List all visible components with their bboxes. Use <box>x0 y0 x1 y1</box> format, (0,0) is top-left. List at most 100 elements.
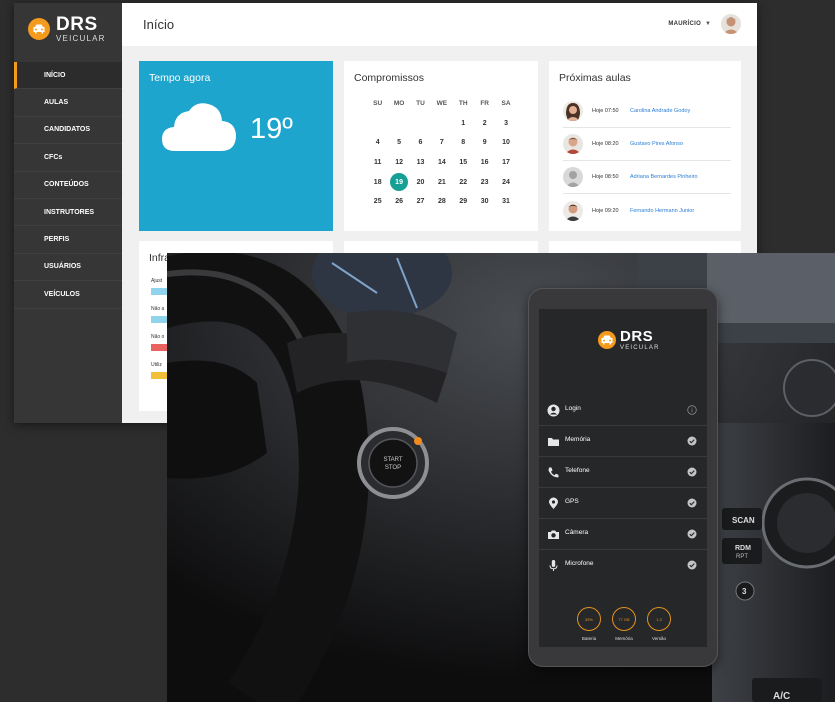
calendar-day[interactable]: 16 <box>474 153 495 173</box>
sidebar: DRS VEICULAR INÍCIO AULAS CANDIDATOS CFC… <box>14 3 122 423</box>
calendar-day[interactable]: 23 <box>474 172 495 192</box>
calendar-day[interactable]: 6 <box>410 133 431 153</box>
lesson-row[interactable]: Hoje 08:50 Adriana Bernardes Pinheiro <box>563 161 731 194</box>
phone-row-label: GPS <box>565 498 579 505</box>
check-circle-icon <box>687 529 697 539</box>
sidebar-item-inicio[interactable]: INÍCIO <box>14 62 122 90</box>
car-interior-photo: START STOP SCAN RDM RPT 3 A/C DRS VEICUL… <box>167 253 835 702</box>
calendar-empty-cell <box>388 114 409 134</box>
version-stat: 1.3 <box>647 607 671 631</box>
upcoming-lessons-title: Próximas aulas <box>559 72 631 84</box>
logo-sub: VEICULAR <box>56 34 106 43</box>
calendar-day[interactable]: 27 <box>410 192 431 212</box>
calendar-day[interactable]: 15 <box>453 153 474 173</box>
calendar-day[interactable]: 11 <box>367 153 388 173</box>
calendar-day[interactable]: 31 <box>495 192 516 212</box>
calendar-day[interactable]: 21 <box>431 172 452 192</box>
car-logo-icon <box>598 331 616 349</box>
calendar-day[interactable]: 25 <box>367 192 388 212</box>
calendar-day[interactable]: 1 <box>453 114 474 134</box>
calendar-day[interactable]: 18 <box>367 172 388 192</box>
calendar-day[interactable]: 4 <box>367 133 388 153</box>
instructor-avatar <box>563 134 583 154</box>
calendar-weekday: MO <box>393 100 405 108</box>
start-label: START <box>383 457 402 463</box>
lesson-student-link[interactable]: Gustavo Pires Afonso <box>630 141 683 147</box>
calendar-day[interactable]: 24 <box>495 172 516 192</box>
calendar-day[interactable]: 26 <box>388 192 409 212</box>
check-circle-icon <box>687 498 697 508</box>
calendar-grid: SU MO TU WE TH FR SA 1 2 3 4 5 6 7 8 9 10 11 12 13 14 15 16 17 1… <box>367 94 517 212</box>
infra-label: Não o <box>151 334 165 340</box>
camera-icon <box>548 530 559 539</box>
memory-stat-label: Memória <box>615 636 633 641</box>
rpt-label: RPT <box>736 554 748 560</box>
user-menu[interactable]: MAURÍCIO ▼ <box>668 14 741 34</box>
sidebar-item-conteudos[interactable]: CONTEÚDOS <box>14 172 122 199</box>
calendar-day[interactable]: 2 <box>474 114 495 134</box>
lesson-row[interactable]: Hoje 08:20 Gustavo Pires Afonso <box>563 128 731 161</box>
sidebar-item-perfis[interactable]: PERFIS <box>14 226 122 254</box>
calendar-day[interactable]: 28 <box>431 192 452 212</box>
phone-row-gps[interactable]: GPS <box>539 488 707 519</box>
phone-row-label: Microfone <box>565 560 594 567</box>
calendar-title: Compromissos <box>354 72 425 84</box>
calendar-day[interactable]: 5 <box>388 133 409 153</box>
calendar-day-today[interactable]: 19 <box>388 172 409 192</box>
info-icon[interactable] <box>687 405 697 415</box>
lesson-student-link[interactable]: Fernando Hermann Junior <box>630 208 694 214</box>
calendar-day[interactable]: 12 <box>388 153 409 173</box>
check-circle-icon <box>687 560 697 570</box>
sidebar-item-candidatos[interactable]: CANDIDATOS <box>14 117 122 145</box>
sidebar-item-veiculos[interactable]: VEÍCULOS <box>14 281 122 309</box>
lesson-row[interactable]: Hoje 07:50 Carolina Andrade Godoy <box>563 95 731 128</box>
phone-row-camera[interactable]: Câmera <box>539 519 707 550</box>
memory-stat: 77 GB <box>612 607 636 631</box>
infra-label: Não a <box>151 306 165 312</box>
upcoming-lessons-card: Próximas aulas Hoje 07:50 Carolina Andra… <box>549 61 741 231</box>
calendar-day[interactable]: 13 <box>410 153 431 173</box>
lesson-time: Hoje 09:20 <box>592 207 619 214</box>
calendar-empty-cell <box>431 114 452 134</box>
battery-stat-label: Bateria <box>581 636 597 641</box>
battery-stat: 39% <box>577 607 601 631</box>
cloud-icon <box>162 103 236 151</box>
sidebar-item-usuarios[interactable]: USUÁRIOS <box>14 254 122 282</box>
calendar-day[interactable]: 22 <box>453 172 474 192</box>
calendar-day[interactable]: 10 <box>495 133 516 153</box>
phone-row-label: Telefone <box>565 467 590 474</box>
calendar-day[interactable]: 9 <box>474 133 495 153</box>
calendar-day[interactable]: 29 <box>453 192 474 212</box>
phone-row-telefone[interactable]: Telefone <box>539 457 707 488</box>
smartphone: DRS VEICULAR Login Memória Telefone GPS … <box>529 289 717 666</box>
car-interior-illustration: START STOP SCAN RDM RPT 3 A/C <box>167 253 835 702</box>
app-logo[interactable]: DRS VEICULAR <box>28 13 106 45</box>
sidebar-item-cfcs[interactable]: CFCs <box>14 144 122 172</box>
calendar-empty-cell <box>367 114 388 134</box>
calendar-day[interactable]: 14 <box>431 153 452 173</box>
calendar-day[interactable]: 30 <box>474 192 495 212</box>
phone-row-microfone[interactable]: Microfone <box>539 550 707 581</box>
phone-screen: DRS VEICULAR Login Memória Telefone GPS … <box>539 309 707 647</box>
top-bar: Início MAURÍCIO ▼ <box>122 3 757 46</box>
sidebar-item-instrutores[interactable]: INSTRUTORES <box>14 199 122 227</box>
lesson-student-link[interactable]: Carolina Andrade Godoy <box>630 108 690 114</box>
phone-row-memoria[interactable]: Memória <box>539 426 707 457</box>
calendar-weekday: SA <box>501 100 511 108</box>
weather-title: Tempo agora <box>149 72 211 84</box>
calendar-day[interactable]: 20 <box>410 172 431 192</box>
user-avatar <box>721 14 741 34</box>
calendar-day[interactable]: 3 <box>495 114 516 134</box>
calendar-day[interactable]: 7 <box>431 133 452 153</box>
infra-label: Utiliz <box>151 362 162 368</box>
check-circle-icon <box>687 436 697 446</box>
weather-card: Tempo agora 19º <box>139 61 333 231</box>
lesson-student-link[interactable]: Adriana Bernardes Pinheiro <box>630 174 698 180</box>
phone-row-login[interactable]: Login <box>539 395 707 426</box>
calendar-day[interactable]: 17 <box>495 153 516 173</box>
check-circle-icon <box>687 467 697 477</box>
sidebar-item-aulas[interactable]: AULAS <box>14 89 122 117</box>
calendar-weekday: FR <box>480 100 489 108</box>
lesson-row[interactable]: Hoje 09:20 Fernando Hermann Junior <box>563 194 731 227</box>
calendar-day[interactable]: 8 <box>453 133 474 153</box>
